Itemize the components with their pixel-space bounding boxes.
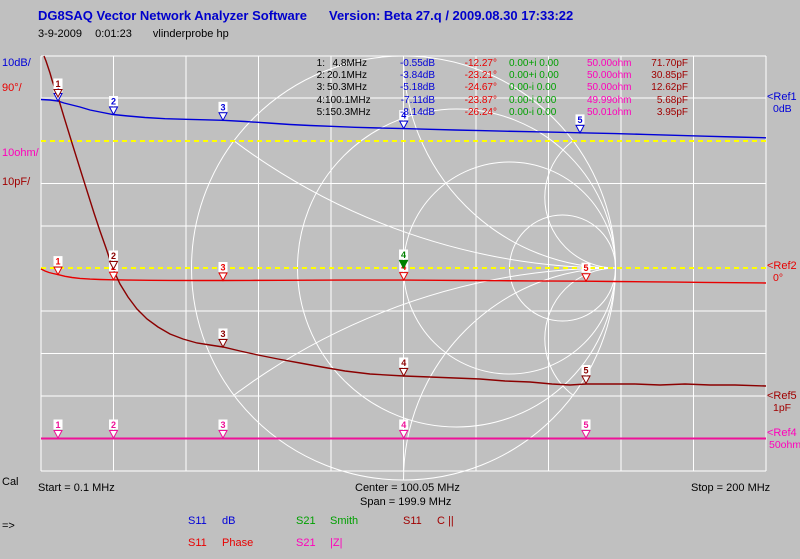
marker-row-4: 4:100.1MHz-7.11dB-23.87°0.00-i 0.0049.99…: [313, 95, 688, 106]
app-title-bar: DG8SAQ Vector Network Analyzer Software V…: [38, 8, 573, 23]
marker-4-triangle-s11-phase[interactable]: [400, 273, 408, 281]
app-version: Version: Beta 27.q / 2009.08.30 17:33:22: [329, 8, 573, 23]
scale-label-phase[interactable]: 90°/: [2, 82, 22, 94]
legend-s11c-s[interactable]: S11: [403, 515, 422, 527]
legend-s21smith-s[interactable]: S21: [296, 515, 316, 527]
marker-1-label-s11-c[interactable]: 1: [55, 79, 60, 89]
status-date: 3-9-2009: [38, 28, 82, 40]
marker-row-2: 2:20.1MHz-3.84dB-23.21°0.00+i 0.0050.00o…: [313, 70, 688, 81]
marker-4-triangle-s11-c[interactable]: [400, 369, 408, 377]
cal-label[interactable]: Cal: [2, 476, 19, 488]
marker-row-1: 1:4.8MHz-0.55dB-12.27°0.00+i 0.0050.00oh…: [313, 58, 688, 69]
marker-5-label-s11-c[interactable]: 5: [583, 366, 588, 376]
marker-4-label-s21-z[interactable]: 4: [401, 420, 406, 430]
probe-name: vlinderprobe hp: [153, 28, 229, 40]
marker-3-triangle-s11-phase[interactable]: [219, 273, 227, 281]
marker-1-label-s11-phase[interactable]: 1: [55, 257, 60, 267]
span-freq-label: Span = 199.9 MHz: [360, 496, 451, 508]
marker-2-label-s11-db[interactable]: 2: [111, 97, 116, 107]
marker-1-label-s21-z[interactable]: 1: [55, 420, 60, 430]
status-line: 3-9-2009 0:01:23 vlinderprobe hp: [38, 28, 229, 40]
legend-s21z-s[interactable]: S21: [296, 537, 316, 549]
scale-label-pf[interactable]: 10pF/: [2, 176, 30, 188]
arrow-indicator: =>: [2, 520, 15, 532]
marker-3-label-s11-c[interactable]: 3: [220, 329, 225, 339]
vnwa-window: 123451234512345123454 DG8SAQ Vector Netw…: [0, 0, 800, 559]
legend-s11c-label[interactable]: C ||: [437, 515, 454, 527]
legend-s11phase-label[interactable]: Phase: [222, 537, 253, 549]
marker-4-triangle-s21-z[interactable]: [400, 431, 408, 439]
marker-4-label-s21-smith[interactable]: 4: [401, 250, 406, 260]
legend-s21z-label[interactable]: |Z|: [330, 537, 342, 549]
marker-3-label-s11-db[interactable]: 3: [220, 102, 225, 112]
ref4-label[interactable]: <Ref4 50ohm: [767, 427, 800, 451]
marker-2-label-s21-z[interactable]: 2: [111, 420, 116, 430]
marker-4-label-s11-c[interactable]: 4: [401, 358, 406, 368]
marker-2-triangle-s21-z[interactable]: [110, 431, 118, 439]
marker-1-triangle-s21-z[interactable]: [54, 431, 62, 439]
legend-s11db-s[interactable]: S11: [188, 515, 207, 527]
center-freq-label: Center = 100.05 MHz: [355, 482, 460, 494]
marker-5-label-s21-z[interactable]: 5: [583, 420, 588, 430]
marker-5-triangle-s11-phase[interactable]: [582, 274, 590, 282]
marker-2-label-s11-c[interactable]: 2: [111, 251, 116, 261]
ref5-label[interactable]: <Ref5 1pF: [767, 390, 797, 414]
marker-5-triangle-s11-db[interactable]: [576, 125, 584, 132]
scale-label-ohm[interactable]: 10ohm/: [2, 147, 39, 159]
ref1-label[interactable]: <Ref1 0dB: [767, 91, 797, 115]
marker-row-3: 3:50.3MHz-5.18dB-24.67°0.00-i 0.0050.00o…: [313, 82, 688, 93]
start-freq-label: Start = 0.1 MHz: [38, 482, 115, 494]
stop-freq-label: Stop = 200 MHz: [691, 482, 770, 494]
marker-5-triangle-s21-z[interactable]: [582, 431, 590, 439]
legend-s11phase-s[interactable]: S11: [188, 537, 207, 549]
status-time: 0:01:23: [95, 28, 132, 40]
ref2-label[interactable]: <Ref2 0°: [767, 260, 797, 284]
marker-4-triangle-s11-db[interactable]: [400, 121, 408, 129]
marker-5-label-s11-phase[interactable]: 5: [583, 263, 588, 273]
marker-3-triangle-s11-db[interactable]: [219, 113, 227, 121]
marker-row-5: 5:150.3MHz-8.14dB-26.24°0.00-i 0.0050.01…: [313, 107, 688, 118]
app-title: DG8SAQ Vector Network Analyzer Software: [38, 8, 307, 23]
marker-3-triangle-s21-z[interactable]: [219, 431, 227, 439]
scale-label-db[interactable]: 10dB/: [2, 57, 31, 69]
legend-s11db-label[interactable]: dB: [222, 515, 235, 527]
marker-3-label-s21-z[interactable]: 3: [220, 420, 225, 430]
marker-3-label-s11-phase[interactable]: 3: [220, 263, 225, 273]
legend-s21smith-label[interactable]: Smith: [330, 515, 358, 527]
